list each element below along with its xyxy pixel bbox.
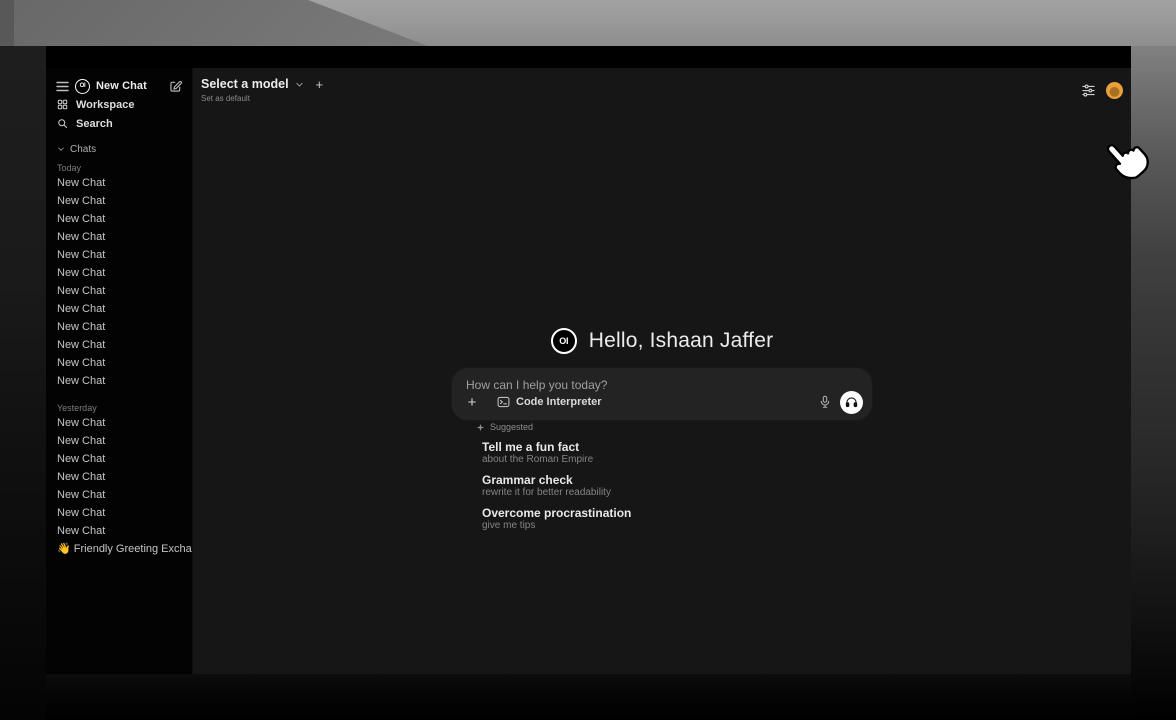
chat-item[interactable]: New Chat <box>46 372 192 390</box>
prompt-title: Grammar check <box>482 473 846 487</box>
app-logo-large: OI <box>551 328 577 354</box>
chats-section-label: Chats <box>70 144 96 155</box>
sidebar-toggle-icon[interactable] <box>56 81 69 92</box>
chat-item[interactable]: New Chat <box>46 486 192 504</box>
chat-item[interactable]: New Chat <box>46 300 192 318</box>
add-model-button[interactable]: + <box>316 78 324 91</box>
prompt-subtitle: about the Roman Empire <box>482 454 846 466</box>
sidebar-item-label: Workspace <box>76 99 135 111</box>
chevron-down-icon <box>57 145 65 153</box>
chat-item[interactable]: New Chat <box>46 414 192 432</box>
sidebar-item-workspace[interactable]: Workspace <box>46 95 192 114</box>
sidebar: OI New Chat Workspace <box>46 68 193 674</box>
desktop-wallpaper-top <box>0 0 1176 46</box>
chat-item[interactable]: New Chat <box>46 318 192 336</box>
terminal-icon <box>497 396 510 408</box>
chat-list: TodayNew ChatNew ChatNew ChatNew ChatNew… <box>46 162 192 558</box>
new-chat-icon[interactable] <box>169 80 182 93</box>
suggested-header: Suggested <box>476 422 846 432</box>
code-interpreter-toggle[interactable]: Code Interpreter <box>497 396 602 408</box>
search-icon <box>57 118 68 129</box>
controls-icon[interactable] <box>1081 83 1096 98</box>
chat-item[interactable]: New Chat <box>46 522 192 540</box>
chevron-down-icon[interactable] <box>295 80 304 89</box>
chat-item[interactable]: New Chat <box>46 228 192 246</box>
wallpaper-shape <box>0 0 14 46</box>
sidebar-item-label: Search <box>76 118 113 130</box>
set-default-button[interactable]: Set as default <box>201 94 323 103</box>
chat-item[interactable]: New Chat <box>46 468 192 486</box>
greeting-text: Hello, Ishaan Jaffer <box>589 329 774 353</box>
chat-item[interactable]: New Chat <box>46 210 192 228</box>
voice-call-button[interactable] <box>840 391 863 414</box>
app-logo: OI <box>75 79 90 94</box>
chat-item[interactable]: New Chat <box>46 282 192 300</box>
user-avatar[interactable] <box>1106 82 1123 99</box>
chats-section-toggle[interactable]: Chats <box>46 142 192 156</box>
model-selector[interactable]: Select a model <box>201 77 289 91</box>
screen: OI New Chat Workspace <box>0 0 1176 720</box>
prompt-subtitle: rewrite it for better readability <box>482 487 846 499</box>
chat-group-label: Today <box>46 162 192 174</box>
greeting: OI Hello, Ishaan Jaffer <box>193 328 1131 354</box>
sparkle-icon <box>476 423 485 432</box>
wallpaper-shape <box>0 0 460 46</box>
chat-item[interactable]: New Chat <box>46 336 192 354</box>
main-header: Select a model + Set as default <box>193 68 1131 103</box>
message-input-box[interactable]: How can I help you today? + Code Interpr… <box>452 368 872 420</box>
chat-item[interactable]: New Chat <box>46 192 192 210</box>
desktop-wallpaper-bottom <box>46 674 1131 720</box>
suggested-prompt[interactable]: Grammar check rewrite it for better read… <box>482 473 846 499</box>
suggested-label: Suggested <box>490 422 533 432</box>
chat-item[interactable]: New Chat <box>46 246 192 264</box>
chat-item[interactable]: New Chat <box>46 264 192 282</box>
chat-item[interactable]: New Chat <box>46 174 192 192</box>
desktop-wallpaper-left <box>0 46 46 720</box>
prompt-subtitle: give me tips <box>482 520 846 532</box>
chat-group-label: Yesterday <box>46 402 192 414</box>
chat-item[interactable]: 👋 Friendly Greeting Exchange <box>46 540 192 558</box>
chat-item[interactable]: New Chat <box>46 504 192 522</box>
workspace-grid-icon <box>57 99 68 110</box>
suggested-prompt[interactable]: Overcome procrastination give me tips <box>482 506 846 532</box>
attach-button[interactable]: + <box>464 395 480 410</box>
input-toolbar: + Code Interpreter <box>464 390 863 414</box>
chat-item[interactable]: New Chat <box>46 354 192 372</box>
prompt-title: Overcome procrastination <box>482 506 846 520</box>
sidebar-header: OI New Chat <box>46 77 192 95</box>
main-area: Select a model + Set as default <box>193 68 1131 674</box>
prompt-title: Tell me a fun fact <box>482 440 846 454</box>
model-selector-wrap: Select a model + Set as default <box>201 77 323 103</box>
desktop-wallpaper-right <box>1131 46 1176 720</box>
window-topbar <box>46 46 1131 68</box>
suggested-prompt[interactable]: Tell me a fun fact about the Roman Empir… <box>482 440 846 466</box>
headphones-icon <box>845 396 858 408</box>
chat-item[interactable]: New Chat <box>46 450 192 468</box>
sidebar-item-search[interactable]: Search <box>46 114 192 133</box>
app-window: OI New Chat Workspace <box>46 46 1131 674</box>
code-interpreter-label: Code Interpreter <box>516 396 602 408</box>
chat-item[interactable]: New Chat <box>46 432 192 450</box>
microphone-icon[interactable] <box>819 395 831 409</box>
suggested-section: Suggested Tell me a fun fact about the R… <box>476 422 846 539</box>
new-chat-title[interactable]: New Chat <box>96 80 147 92</box>
